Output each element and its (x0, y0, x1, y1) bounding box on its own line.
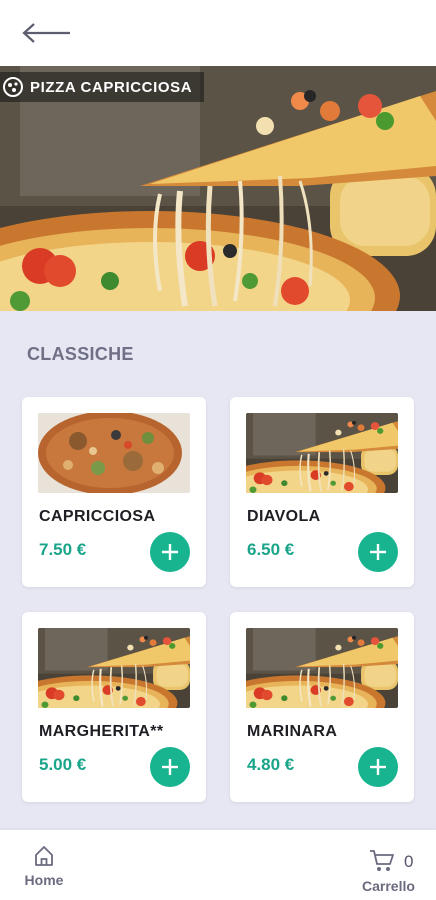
product-image (246, 628, 398, 708)
plus-icon (162, 544, 178, 560)
product-price: 4.80 € (247, 755, 295, 774)
nav-home-label: Home (24, 872, 64, 888)
product-card[interactable]: CAPRICCIOSA 7.50 € (22, 397, 206, 587)
add-to-cart-button[interactable] (358, 532, 398, 572)
hero-pizza-photo (0, 66, 436, 311)
nav-cart-label: Carrello (362, 878, 415, 894)
product-image (38, 628, 190, 708)
add-to-cart-button[interactable] (150, 747, 190, 787)
product-image (246, 413, 398, 493)
plus-icon (370, 759, 386, 775)
nav-home[interactable]: Home (18, 844, 70, 894)
back-button[interactable] (18, 16, 74, 50)
product-name: MARINARA (247, 723, 338, 740)
pizza-logo-icon (3, 77, 23, 97)
product-image (38, 413, 190, 493)
product-price: 7.50 € (39, 540, 87, 559)
hero-logo-text: PIZZA CAPRICCIOSA (30, 78, 193, 96)
product-name: DIAVOLA (247, 508, 321, 525)
home-icon (35, 846, 53, 866)
product-card[interactable]: DIAVOLA 6.50 € (230, 397, 414, 587)
product-card[interactable]: MARINARA 4.80 € (230, 612, 414, 802)
bottom-nav: Home 0 Carrello (0, 830, 436, 900)
plus-icon (370, 544, 386, 560)
product-name: MARGHERITA** (39, 723, 164, 740)
nav-cart[interactable]: 0 Carrello (358, 844, 428, 894)
product-price: 6.50 € (247, 540, 295, 559)
add-to-cart-button[interactable] (358, 747, 398, 787)
add-to-cart-button[interactable] (150, 532, 190, 572)
cart-count: 0 (404, 852, 414, 871)
top-bar (0, 0, 436, 66)
cart-icon (370, 850, 394, 871)
section-title: CLASSICHE (27, 344, 134, 364)
arrow-left-icon (22, 23, 70, 43)
hero-image: PIZZA CAPRICCIOSA (0, 66, 436, 311)
plus-icon (162, 759, 178, 775)
product-card[interactable]: MARGHERITA** 5.00 € (22, 612, 206, 802)
product-name: CAPRICCIOSA (39, 508, 156, 525)
hero-logo: PIZZA CAPRICCIOSA (0, 72, 205, 102)
product-price: 5.00 € (39, 755, 87, 774)
